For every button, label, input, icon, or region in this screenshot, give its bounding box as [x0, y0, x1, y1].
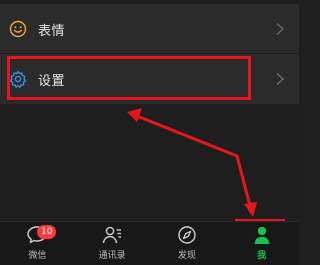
- menu-item-emoji[interactable]: 表情: [0, 4, 299, 54]
- tab-label: 微信: [28, 251, 47, 261]
- menu-item-label: 表情: [38, 23, 66, 39]
- tab-label: 发现: [177, 251, 196, 261]
- smiley-icon: [9, 20, 27, 38]
- compass-icon: [176, 224, 198, 246]
- menu-item-settings[interactable]: 设置: [0, 54, 299, 104]
- tab-label: 通讯录: [98, 251, 126, 261]
- tab-label: 我: [257, 251, 267, 261]
- tab-discover[interactable]: 发现: [150, 222, 225, 265]
- chevron-right-icon: [276, 22, 285, 36]
- tab-me[interactable]: 我: [224, 222, 299, 265]
- gear-icon: [9, 70, 27, 88]
- unread-badge: 10: [37, 225, 57, 239]
- person-icon: [251, 224, 273, 246]
- contacts-icon: [101, 224, 123, 246]
- bottom-tab-bar: 10 微信 通讯录 发现 我: [0, 221, 299, 265]
- tab-contacts[interactable]: 通讯录: [75, 222, 150, 265]
- menu-item-label: 设置: [38, 73, 66, 89]
- tab-chats[interactable]: 10 微信: [0, 222, 75, 265]
- me-screen: 表情 设置 10 微信 通讯录 发现 我: [0, 0, 299, 265]
- chevron-right-icon: [276, 72, 285, 86]
